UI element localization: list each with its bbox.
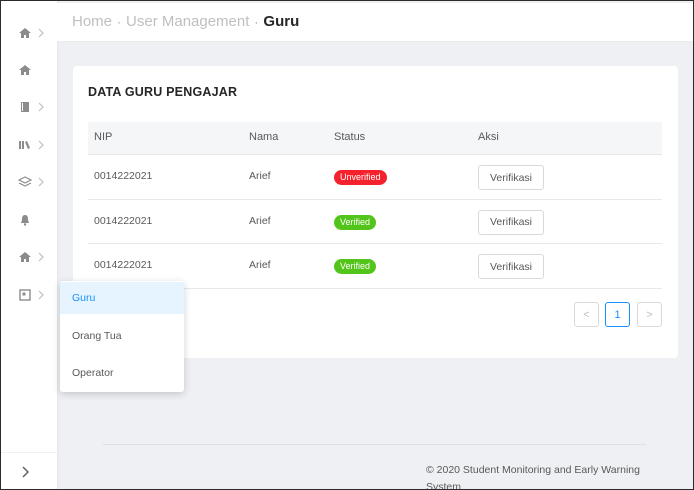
column-header-nama: Nama [249, 131, 279, 143]
status-badge: Verified [334, 259, 377, 274]
card-title: DATA GURU PENGAJAR [88, 85, 238, 99]
breadcrumb-separator: · [117, 15, 122, 29]
verify-button[interactable]: Verifikasi [478, 209, 544, 235]
teacher-table: NIP Nama Status Aksi 0014222021 Arief Un… [88, 122, 662, 289]
cell-nip: 0014222021 [94, 259, 153, 271]
cell-nama: Arief [249, 259, 271, 271]
verify-button[interactable]: Verifikasi [478, 254, 544, 279]
footer-copyright: © 2020 Student Monitoring and Early Warn… [426, 464, 640, 490]
footer-divider [103, 444, 646, 445]
verify-button[interactable]: Verifikasi [478, 165, 544, 190]
sidebar-item-user-management[interactable] [1, 279, 57, 311]
top-header: Home · User Management · Guru [57, 3, 693, 42]
home-icon [19, 252, 31, 262]
breadcrumb-user-management[interactable]: User Management [126, 13, 249, 30]
table-row: 0014222021 Arief Verified Verifikasi [88, 200, 662, 244]
sidebar-item-dashboard[interactable] [1, 54, 57, 86]
column-header-status: Status [334, 131, 366, 143]
library-icon [19, 141, 30, 149]
sidebar [1, 1, 57, 489]
pagination-next-button[interactable]: > [637, 302, 662, 327]
sidebar-item-home[interactable] [1, 17, 57, 49]
cell-nip: 0014222021 [94, 214, 153, 227]
table-header: NIP Nama Status Aksi [88, 122, 662, 155]
breadcrumb: Home · User Management · Guru [72, 13, 299, 31]
user-management-submenu: Guru Orang Tua Operator [60, 281, 184, 392]
sidebar-item-notifications[interactable] [1, 204, 57, 236]
breadcrumb-home[interactable]: Home [72, 13, 112, 30]
sidebar-collapse-toggle[interactable] [1, 452, 57, 489]
status-badge: Unverified [334, 170, 387, 185]
submenu-item-guru[interactable]: Guru [60, 282, 184, 314]
status-badge: Verified [334, 214, 377, 230]
table-row: 0014222021 Arief Unverified Verifikasi [88, 155, 662, 200]
chevron-right-icon [38, 102, 44, 112]
submenu-item-orang-tua[interactable]: Orang Tua [60, 320, 184, 352]
sidebar-item-library[interactable] [1, 129, 57, 161]
breadcrumb-current: Guru [263, 13, 300, 30]
chevron-right-icon [38, 140, 44, 150]
home-icon [19, 28, 31, 38]
cell-nama: Arief [249, 214, 271, 227]
contacts-icon [19, 289, 31, 301]
submenu-item-operator[interactable]: Operator [60, 357, 184, 389]
sidebar-item-layers[interactable] [1, 166, 57, 198]
sidebar-item-school[interactable] [1, 241, 57, 273]
bell-icon [21, 215, 29, 226]
book-icon [21, 102, 29, 112]
pagination-page-1[interactable]: 1 [605, 302, 630, 327]
chevron-right-icon [38, 28, 44, 38]
cell-nama: Arief [249, 170, 271, 182]
sidebar-item-book[interactable] [1, 91, 57, 123]
cell-nip: 0014222021 [94, 170, 153, 182]
home-icon [19, 65, 31, 75]
chevron-right-icon [22, 466, 29, 478]
chevron-right-icon [38, 252, 44, 262]
chevron-right-icon [38, 290, 44, 300]
column-header-aksi: Aksi [478, 131, 499, 143]
pagination-prev-button[interactable]: < [574, 302, 599, 327]
layers-icon [18, 176, 32, 187]
breadcrumb-separator: · [254, 15, 259, 29]
chevron-right-icon [38, 177, 44, 187]
column-header-nip: NIP [94, 131, 113, 143]
